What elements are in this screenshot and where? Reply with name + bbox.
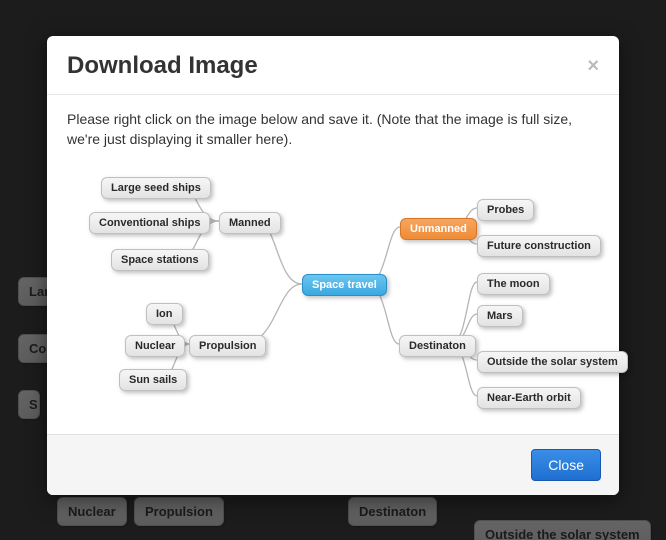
- node-unmanned: Unmanned: [400, 218, 477, 240]
- node-future-construction: Future construction: [477, 235, 601, 257]
- node-conventional-ships: Conventional ships: [89, 212, 210, 234]
- modal-header: Download Image ×: [47, 36, 619, 95]
- node-center: Space travel: [302, 274, 387, 296]
- modal-body: Please right click on the image below an…: [47, 95, 619, 434]
- close-icon[interactable]: ×: [587, 56, 599, 76]
- node-near-earth-orbit: Near-Earth orbit: [477, 387, 581, 409]
- node-mars: Mars: [477, 305, 523, 327]
- node-probes: Probes: [477, 199, 534, 221]
- node-large-seed-ships: Large seed ships: [101, 177, 211, 199]
- mindmap-image[interactable]: Space travel Manned Large seed ships Con…: [67, 164, 599, 414]
- modal-footer: Close: [47, 434, 619, 495]
- node-sun-sails: Sun sails: [119, 369, 187, 391]
- instruction-text: Please right click on the image below an…: [67, 109, 599, 150]
- close-button[interactable]: Close: [531, 449, 601, 481]
- node-outside-solar-system: Outside the solar system: [477, 351, 628, 373]
- node-propulsion: Propulsion: [189, 335, 266, 357]
- node-manned: Manned: [219, 212, 281, 234]
- node-ion: Ion: [146, 303, 183, 325]
- modal-title: Download Image: [67, 52, 258, 80]
- node-nuclear: Nuclear: [125, 335, 185, 357]
- node-destination: Destinaton: [399, 335, 476, 357]
- download-image-modal: Download Image × Please right click on t…: [47, 36, 619, 495]
- node-the-moon: The moon: [477, 273, 550, 295]
- node-space-stations: Space stations: [111, 249, 209, 271]
